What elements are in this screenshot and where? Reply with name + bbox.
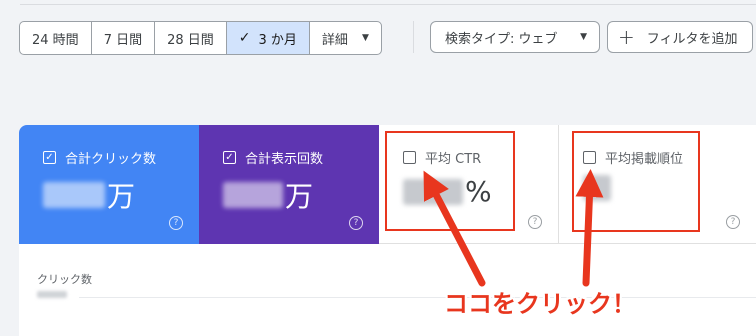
arrow-to-ctr (423, 170, 486, 287)
arrow-to-position (575, 169, 604, 287)
annotation-callout: ココをクリック！ (444, 290, 636, 318)
annotation-arrows (423, 169, 604, 287)
